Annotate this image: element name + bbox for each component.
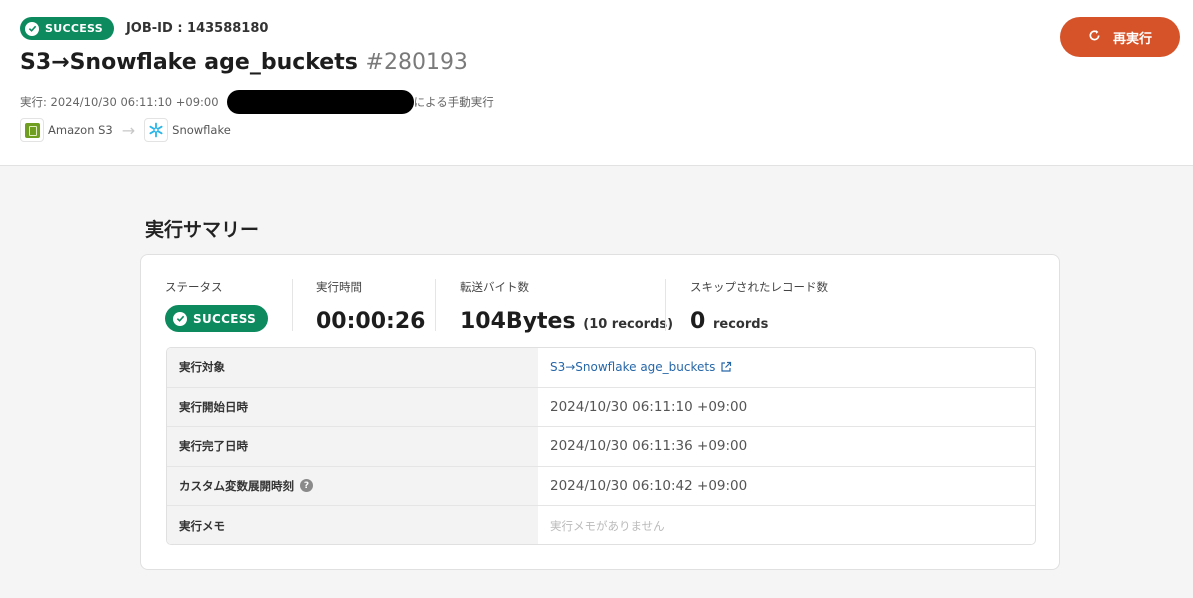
run-number: #280193 (365, 50, 468, 75)
execution-meta: 実行: 2024/10/30 06:11:10 +09:00 による手動実行 (20, 90, 494, 114)
skipped-unit: records (712, 317, 769, 332)
skipped-label: スキップされたレコード数 (690, 280, 828, 294)
target-link[interactable]: S3→Snowflake age_buckets (538, 348, 1035, 387)
duration-label: 実行時間 (316, 280, 362, 294)
table-row: カスタム変数展開時刻 ? 2024/10/30 06:10:42 +09:00 (167, 466, 1035, 506)
executed-at: 実行: 2024/10/30 06:11:10 +09:00 (20, 95, 219, 109)
check-circle-icon (173, 311, 187, 326)
status-label: ステータス (165, 280, 223, 294)
stat-duration: 実行時間 00:00:26 (316, 279, 425, 334)
stat-skipped: スキップされたレコード数 0 records (690, 279, 828, 334)
connector-path: Amazon S3 → Snowflake (20, 118, 231, 142)
executed-by-suffix: による手動実行 (413, 95, 494, 109)
start-value: 2024/10/30 06:11:10 +09:00 (550, 398, 748, 415)
bytes-records: (10 records) (583, 317, 674, 332)
target-link-label[interactable]: S3→Snowflake age_buckets (550, 360, 715, 374)
source-connector-name: Amazon S3 (48, 123, 113, 137)
summary-status-value: SUCCESS (193, 311, 257, 326)
bytes-label: 転送バイト数 (460, 280, 529, 294)
status-badge-label: SUCCESS (45, 22, 103, 35)
summary-status-badge: SUCCESS (165, 305, 269, 332)
bytes-value: 104Bytes (460, 309, 576, 334)
job-title: S3→Snowflake age_buckets (20, 50, 358, 75)
stat-divider (665, 279, 666, 331)
rerun-button[interactable]: 再実行 (1060, 17, 1180, 57)
duration-value: 00:00:26 (316, 309, 426, 334)
refresh-icon (1088, 29, 1101, 46)
arrow-right-icon: → (121, 120, 136, 140)
job-id: JOB-ID : 143588180 (125, 21, 269, 36)
table-row: 実行完了日時 2024/10/30 06:11:36 +09:00 (167, 427, 1035, 467)
destination-connector-name: Snowflake (172, 123, 231, 137)
table-row: 実行対象 S3→Snowflake age_buckets (167, 348, 1035, 388)
stat-divider (435, 279, 436, 331)
skipped-value: 0 (690, 309, 706, 334)
page-title: S3→Snowflake age_buckets #280193 (20, 50, 468, 75)
status-row: SUCCESS JOB-ID : 143588180 (20, 17, 268, 40)
table-row: 実行開始日時 2024/10/30 06:11:10 +09:00 (167, 387, 1035, 427)
stat-status: ステータス SUCCESS (165, 279, 269, 332)
external-link-icon[interactable] (720, 361, 732, 373)
status-badge: SUCCESS (20, 17, 114, 40)
snowflake-icon (144, 118, 169, 142)
target-label: 実行対象 (167, 348, 538, 387)
bytes-value-row: 104Bytes (10 records) (460, 309, 673, 334)
check-circle-icon (25, 21, 39, 36)
stat-bytes: 転送バイト数 104Bytes (10 records) (460, 279, 673, 334)
details-table: 実行対象 S3→Snowflake age_buckets 実行開始日時 202… (166, 347, 1036, 545)
rerun-label: 再実行 (1112, 31, 1152, 47)
start-label: 実行開始日時 (167, 387, 538, 426)
help-icon[interactable]: ? (300, 479, 313, 493)
custom-var-time-label-cell: カスタム変数展開時刻 ? (167, 466, 538, 505)
memo-label: 実行メモ (167, 506, 538, 544)
custom-var-time-value: 2024/10/30 06:10:42 +09:00 (550, 477, 748, 494)
memo-value: 実行メモがありません (550, 518, 665, 533)
stat-divider (292, 279, 293, 331)
job-header: SUCCESS JOB-ID : 143588180 S3→Snowflake … (0, 0, 1193, 166)
custom-var-time-label: カスタム変数展開時刻 (179, 478, 294, 493)
redacted-user (226, 90, 414, 114)
table-row: 実行メモ 実行メモがありません (167, 506, 1035, 544)
amazon-s3-icon (20, 118, 44, 142)
end-label: 実行完了日時 (167, 427, 538, 466)
end-value: 2024/10/30 06:11:36 +09:00 (550, 438, 748, 455)
summary-title: 実行サマリー (145, 219, 260, 241)
skipped-value-row: 0 records (690, 309, 828, 334)
summary-card: ステータス SUCCESS 実行時間 00:00:26 転送バイト数 104By… (140, 254, 1060, 570)
